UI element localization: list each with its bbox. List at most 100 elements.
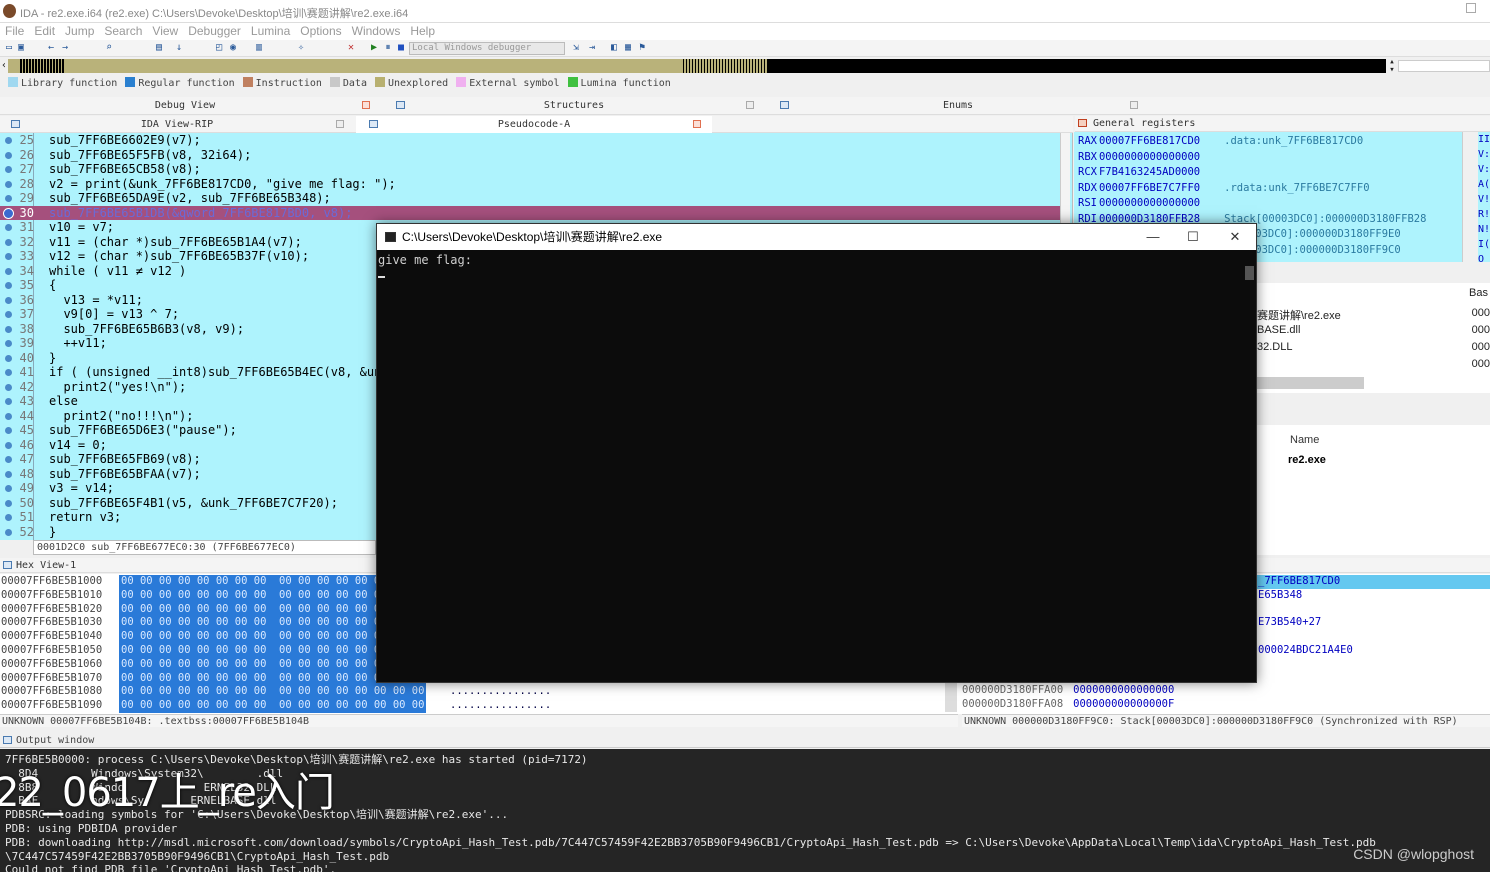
thread-row[interactable]: re2.exe (1288, 454, 1326, 466)
console-window[interactable]: C:\Users\Devoke\Desktop\培训\赛题讲解\re2.exe … (376, 223, 1257, 683)
menu-search[interactable]: Search (99, 23, 147, 39)
stack-row[interactable]: 000000D3180FFA08 000000000000000F (962, 698, 1174, 712)
code-text[interactable]: while ( v11 ≠ v12 ) (49, 264, 186, 279)
code-text[interactable]: sub_7FF6BE65B6B3(v8, v9); (49, 322, 244, 337)
code-line[interactable]: 27 sub_7FF6BE65CB58(v8); (0, 162, 1060, 177)
jump-icon[interactable]: ✧ (296, 42, 306, 53)
modules-pane[interactable]: Bas 赛题讲解\re2.exe 000 BASE.dll 000 32.DLL 000 0… (1256, 283, 1490, 393)
register-value[interactable]: 00007FF6BE7C7FF0 (1099, 182, 1200, 194)
stack-top-row[interactable]: E73B540+27 (1258, 616, 1321, 630)
code-text[interactable]: v11 = (char *)sub_7FF6BE65B1A4(v7); (49, 235, 302, 250)
hex-bytes[interactable]: 00 00 00 00 00 00 00 00 00 00 00 00 00 0… (119, 699, 427, 713)
code-text[interactable]: v2 = print(&unk_7FF6BE817CD0, "give me f… (49, 177, 396, 192)
breakpoint-dot-icon[interactable] (5, 137, 12, 144)
code-line[interactable]: 25 sub_7FF6BE6602E9(v7); (0, 133, 1060, 148)
breakpoint-dot-icon[interactable] (5, 441, 12, 449)
menu-options[interactable]: Options (295, 23, 346, 39)
stack-value[interactable]: 000000000000000F (1073, 698, 1174, 710)
breakpoint-dot-icon[interactable] (5, 470, 12, 478)
code-text[interactable]: } (49, 525, 56, 540)
tab-ida-view-rip[interactable]: IDA View-RIP (0, 116, 354, 133)
register-row[interactable]: RSI 0000000000000000 (1078, 196, 1224, 211)
tab-hex-view[interactable]: Hex View-1 (16, 558, 76, 573)
stop-icon[interactable]: ■ (396, 42, 406, 53)
code-line[interactable]: 29 sub_7FF6BE65DA9E(v2, sub_7FF6BE65B348)… (0, 191, 1060, 206)
code-text[interactable]: sub_7FF6BE65F4B1(v5, &unk_7FF6BE7C7F20); (49, 496, 338, 511)
graph-icon[interactable]: ◰ (214, 42, 224, 53)
tab-enums[interactable]: Enums (790, 97, 1126, 114)
console-maximize-button[interactable]: ☐ (1173, 224, 1213, 250)
nav-scroll-arrows-icon[interactable]: ▴ ▾ (1386, 58, 1398, 75)
code-text[interactable]: v9[0] = v13 ^ 7; (49, 307, 179, 322)
breakpoint-dot-icon[interactable] (5, 224, 12, 231)
hex-bytes[interactable]: 00 00 00 00 00 00 00 00 00 00 00 00 00 0… (119, 685, 427, 700)
code-line[interactable]: 30 sub_7FF6BE65B1DB(&qword_7FF6BE817BD0, … (0, 205, 1060, 221)
search-icon[interactable]: ⌕ (104, 42, 114, 53)
console-close-button[interactable]: ✕ (1215, 224, 1255, 250)
code-text[interactable]: sub_7FF6BE65FB69(v8); (49, 452, 201, 467)
console-title-bar[interactable]: C:\Users\Devoke\Desktop\培训\赛题讲解\re2.exe … (377, 224, 1256, 250)
debug-view-close-icon[interactable] (362, 101, 370, 109)
code-text[interactable]: v10 = v7; (49, 220, 114, 235)
breakpoint-dot-icon[interactable] (5, 267, 12, 275)
menu-view[interactable]: View (147, 23, 183, 39)
breakpoint-dot-icon[interactable] (5, 311, 12, 318)
down-icon[interactable]: ↓ (174, 42, 184, 53)
code-text[interactable]: v13 = *v11; (49, 293, 142, 308)
code-text[interactable]: } (49, 351, 56, 366)
modules-hscroll-thumb[interactable] (1256, 377, 1364, 389)
code-text[interactable]: else (49, 394, 78, 409)
breakpoint-dot-icon[interactable] (5, 238, 12, 246)
menu-file[interactable]: File (0, 23, 29, 39)
code-text[interactable]: v14 = 0; (49, 438, 107, 453)
breakpoint-dot-icon[interactable] (5, 354, 12, 362)
breakpoint-dot-icon[interactable] (5, 528, 12, 536)
tab-debug-view[interactable]: Debug View (0, 97, 370, 114)
tab-pseudocode-a[interactable]: Pseudocode-A (356, 116, 712, 133)
breakpoint-dot-icon[interactable] (5, 398, 12, 405)
save-icon[interactable]: ▣ (16, 42, 26, 53)
register-value[interactable]: 0000000000000000 (1099, 197, 1200, 209)
breakpoint-dot-icon[interactable] (5, 296, 12, 304)
open-file-icon[interactable]: ▭ (4, 42, 14, 53)
code-text[interactable]: return v3; (49, 510, 121, 525)
step-into-icon[interactable]: ⇲ (571, 42, 581, 53)
breakpoint-dot-icon[interactable] (5, 253, 12, 260)
menu-debugger[interactable]: Debugger (183, 23, 246, 39)
trace-icon[interactable]: ▦ (623, 42, 633, 53)
code-text[interactable]: sub_7FF6BE65F5FB(v8, 32i64); (49, 148, 251, 163)
options-icon[interactable]: ⚑ (637, 42, 647, 53)
code-text[interactable]: sub_7FF6BE65B1DB(&qword_7FF6BE817BD0, v8… (49, 206, 352, 221)
module-path[interactable]: 32.DLL (1257, 341, 1292, 353)
close-icon[interactable]: ✕ (346, 42, 356, 53)
breakpoint-dot-icon[interactable] (5, 456, 12, 463)
menu-jump[interactable]: Jump (60, 23, 99, 39)
module-path[interactable]: 赛题讲解\re2.exe (1257, 307, 1341, 323)
breakpoint-icon[interactable]: ◧ (609, 42, 619, 53)
breakpoint-dot-icon[interactable] (5, 514, 12, 521)
debugger-select[interactable]: Local Windows debugger (409, 42, 565, 55)
pseudocode-close-icon[interactable] (693, 120, 701, 128)
console-minimize-button[interactable]: — (1133, 224, 1173, 250)
register-row[interactable]: RAX 00007FF6BE817CD0 .data:unk_7FF6BE817CD… (1078, 134, 1363, 149)
breakpoint-dot-icon[interactable] (3, 207, 14, 219)
code-line[interactable]: 26 sub_7FF6BE65F5FB(v8, 32i64); (0, 148, 1060, 163)
threads-pane[interactable]: Name re2.exe (1256, 425, 1490, 555)
breakpoint-dot-icon[interactable] (5, 195, 12, 202)
code-text[interactable]: print2("no!!!\n"); (49, 409, 193, 424)
enums-close-icon[interactable] (1130, 101, 1138, 109)
tab-general-registers[interactable]: General registers (1093, 116, 1195, 131)
structures-close-icon[interactable] (746, 101, 754, 109)
breakpoint-dot-icon[interactable] (5, 325, 12, 333)
restore-window-button[interactable] (1466, 3, 1476, 13)
breakpoint-dot-icon[interactable] (5, 369, 12, 376)
code-text[interactable]: ++v11; (49, 336, 106, 351)
code-text[interactable]: sub_7FF6BE65D6E3("pause"); (49, 423, 237, 438)
register-value[interactable]: 0000000000000000 (1099, 151, 1200, 163)
registers-scrollbar[interactable] (1462, 132, 1476, 262)
console-scrollbar[interactable] (1243, 250, 1256, 682)
pause-icon[interactable]: ⏸ (383, 42, 393, 53)
breakpoint-dot-icon[interactable] (5, 282, 12, 289)
back-icon[interactable]: ← (46, 42, 56, 53)
code-text[interactable]: sub_7FF6BE65CB58(v8); (49, 162, 201, 177)
